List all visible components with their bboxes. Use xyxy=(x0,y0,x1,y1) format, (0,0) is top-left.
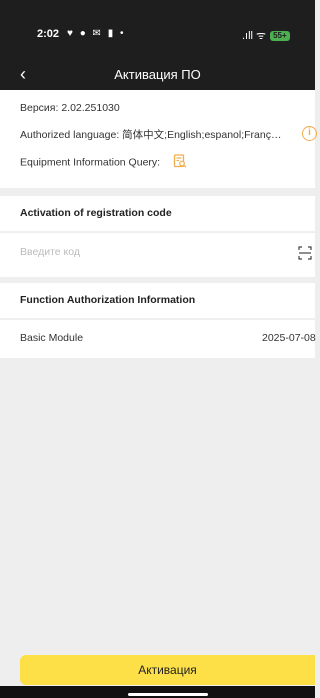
status-bar: 2:02 ♥ ● ✉ ▮ • .ıll ᯤ 55+ xyxy=(0,0,315,60)
activation-section-header: Activation of registration code xyxy=(0,196,315,232)
function-auth-section-header: Function Authorization Information xyxy=(0,283,315,319)
software-info-panel: Версия: 2.02.251030 Authorized language:… xyxy=(0,90,317,188)
system-nav-bar xyxy=(0,686,315,698)
language-value: 简体中文;English;espanol;Franç… xyxy=(122,129,282,141)
module-name: Basic Module xyxy=(20,332,84,344)
activate-button[interactable]: Активация xyxy=(20,655,315,685)
document-search-icon[interactable] xyxy=(173,154,187,171)
footer: Активация xyxy=(0,642,315,686)
equipment-query-row: Equipment Information Query: xyxy=(20,154,187,171)
language-label: Authorized language: xyxy=(20,129,120,141)
scan-icon[interactable] xyxy=(298,246,312,265)
info-icon[interactable]: i xyxy=(302,126,317,141)
module-date: 2025-07-08 xyxy=(262,332,316,344)
navigation-bar: ‹ Активация ПО xyxy=(0,60,315,90)
registration-code-input[interactable] xyxy=(20,246,270,258)
home-indicator[interactable] xyxy=(128,693,208,696)
signal-wifi-icon: .ıll ᯤ xyxy=(242,30,267,42)
app-header-area: 2:02 ♥ ● ✉ ▮ • .ıll ᯤ 55+ ‹ Активация ПО xyxy=(0,0,315,90)
version-row: Версия: 2.02.251030 xyxy=(20,102,120,114)
version-value: 2.02.251030 xyxy=(61,102,120,114)
activation-section-title: Activation of registration code xyxy=(20,207,172,219)
page-title: Активация ПО xyxy=(114,67,201,82)
registration-code-row xyxy=(0,233,315,277)
equipment-query-label: Equipment Information Query: xyxy=(20,156,161,169)
version-label: Версия: xyxy=(20,102,59,114)
list-item: Basic Module 2025-07-08 xyxy=(0,320,316,358)
status-right-group: .ıll ᯤ 55+ xyxy=(242,28,290,43)
function-auth-section-title: Function Authorization Information xyxy=(20,294,196,306)
authorized-language-row: Authorized language: 简体中文;English;espano… xyxy=(20,127,308,142)
battery-icon: 55+ xyxy=(270,30,290,41)
status-time: 2:02 xyxy=(37,28,60,40)
notification-icons: ♥ ● ✉ ▮ • xyxy=(67,28,126,39)
